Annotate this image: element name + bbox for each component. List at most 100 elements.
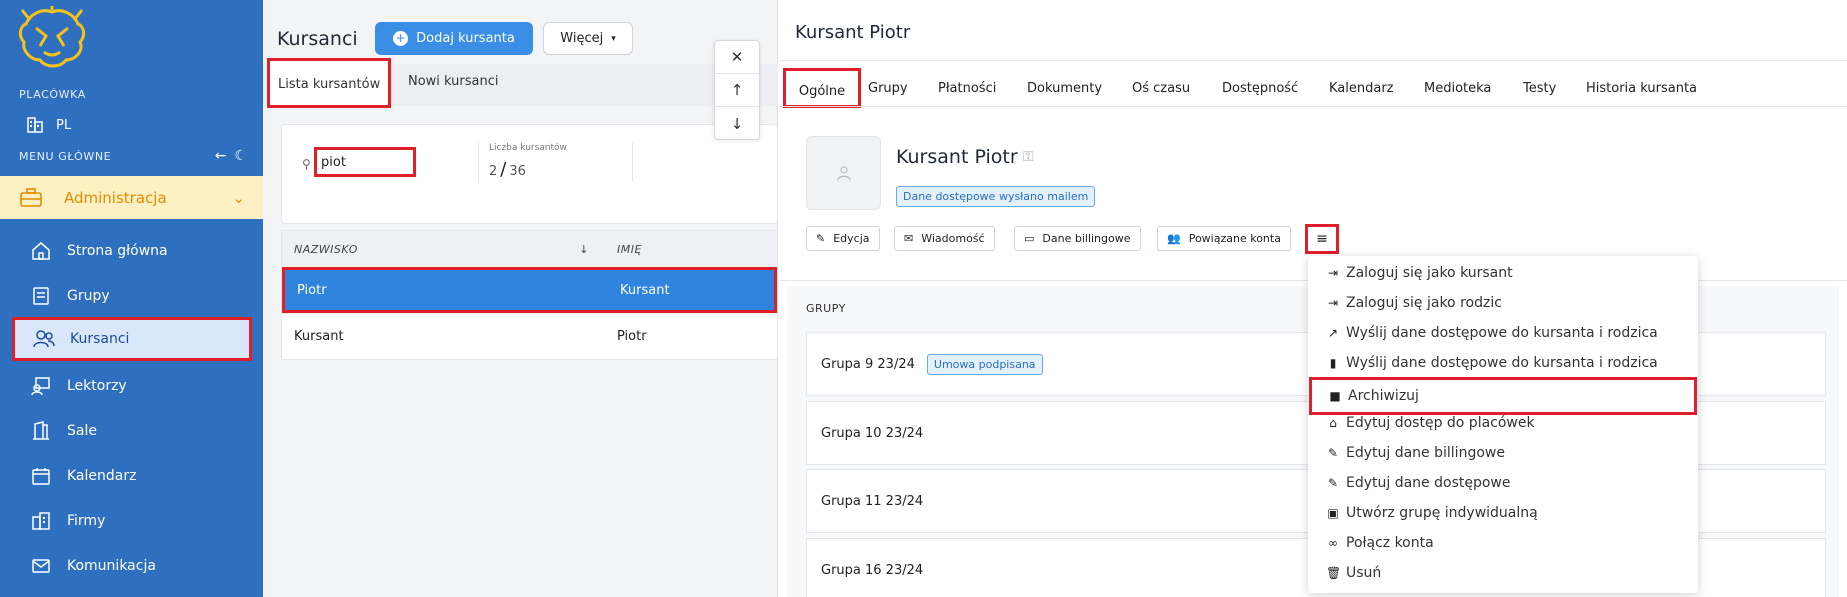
- sidebar-item-rooms[interactable]: Sale: [12, 409, 252, 453]
- lion-logo-icon[interactable]: [12, 6, 92, 74]
- column-header-lastname[interactable]: NAZWISKO ↓: [282, 243, 607, 256]
- sort-arrow-icon: ↓: [579, 242, 589, 256]
- sidebar-item-label: Grupy: [67, 288, 110, 304]
- trash-icon: 🗑: [1326, 566, 1342, 580]
- actions-dropdown: ⇥ Zaloguj się jako kursant ⇥ Zaloguj się j…: [1308, 256, 1698, 593]
- sidebar-item-label: Lektorzy: [67, 378, 127, 394]
- tab-history[interactable]: Historia kursanta: [1586, 81, 1697, 96]
- link-icon: ∞: [1328, 536, 1338, 550]
- sidebar-item-students[interactable]: Kursanci: [12, 317, 252, 361]
- calendar-icon: [30, 465, 52, 487]
- menu-item-edit-access[interactable]: ✎ Edytuj dane dostępowe: [1326, 475, 1511, 491]
- rooms-icon: [30, 420, 52, 442]
- tab-new-students[interactable]: Nowi kursanci: [408, 74, 499, 89]
- caret-down-icon: ▾: [611, 33, 616, 44]
- sidebar-item-calendar[interactable]: Kalendarz: [12, 454, 252, 498]
- moon-icon[interactable]: ☾: [234, 148, 247, 164]
- tab-calendar[interactable]: Kalendarz: [1329, 81, 1394, 96]
- location-value: PL: [56, 117, 72, 133]
- tab-general[interactable]: Ogólne: [783, 68, 861, 108]
- tab-student-list[interactable]: Lista kursantów: [267, 58, 392, 108]
- menu-item-edit-billing[interactable]: ✎ Edytuj dane billingowe: [1326, 445, 1505, 461]
- collapse-arrow-icon[interactable]: ←: [215, 148, 227, 164]
- tab-documents[interactable]: Dokumenty: [1027, 81, 1102, 96]
- menu-controls: ← ☾: [215, 148, 247, 164]
- sidebar-item-home[interactable]: Strona główna: [12, 229, 252, 273]
- user-icon: [836, 166, 851, 181]
- menu-section-label: MENU GŁÓWNE: [19, 150, 112, 163]
- login-icon: ⇥: [1327, 296, 1339, 310]
- contract-badge: Umowa podpisana: [926, 353, 1043, 375]
- users-icon: 👥: [1167, 232, 1181, 245]
- count-shown: 2: [489, 164, 498, 179]
- more-label: Więcej: [560, 31, 604, 46]
- menu-item-send-access-sms[interactable]: ▮ Wyślij dane dostępowe do kursanta i rod…: [1326, 355, 1658, 371]
- sidebar-item-label: Komunikacja: [67, 558, 156, 574]
- edit-button[interactable]: ✎ Edycja: [806, 226, 880, 251]
- tab-media[interactable]: Medioteka: [1424, 81, 1491, 96]
- arrow-down-icon[interactable]: ↓: [715, 107, 759, 140]
- tab-timeline[interactable]: Oś czasu: [1132, 81, 1190, 96]
- envelope-icon: ✉: [904, 232, 914, 245]
- edit-icon: ✎: [1327, 446, 1339, 460]
- sidebar-item-label: Kalendarz: [67, 468, 137, 484]
- message-button[interactable]: ✉ Wiadomość: [894, 226, 995, 251]
- card-icon: ▭: [1024, 232, 1035, 245]
- tab-tests[interactable]: Testy: [1523, 81, 1556, 96]
- groups-label: GRUPY: [806, 302, 846, 315]
- count-label: Liczba kursantów: [489, 143, 567, 153]
- billing-data-button[interactable]: ▭ Dane billingowe: [1014, 226, 1141, 251]
- admin-menu-toggle[interactable]: Administracja ⌄: [0, 176, 263, 219]
- linked-accounts-button[interactable]: 👥 Powiązane konta: [1157, 226, 1291, 251]
- detail-title: Kursant Piotr: [795, 22, 911, 43]
- table-row[interactable]: Kursant Piotr: [282, 313, 777, 359]
- arrow-up-icon[interactable]: ↑: [715, 74, 759, 107]
- teachers-icon: [30, 375, 52, 397]
- menu-item-login-parent[interactable]: ⇥ Zaloguj się jako rodzic: [1326, 295, 1502, 311]
- menu-item-link-accounts[interactable]: ∞ Połącz konta: [1326, 535, 1434, 551]
- column-header-firstname[interactable]: IMIĘ: [607, 243, 642, 256]
- more-dropdown-button[interactable]: Więcej ▾: [543, 22, 633, 55]
- location-section-label: PLACÓWKA: [19, 88, 86, 101]
- sidebar-item-communication[interactable]: Komunikacja: [12, 544, 252, 588]
- building-icon: [27, 117, 43, 133]
- hamburger-icon: ≡: [1316, 231, 1328, 247]
- table-row[interactable]: Piotr Kursant: [282, 267, 777, 313]
- count-total: 36: [509, 164, 526, 179]
- sidebar-item-groups[interactable]: Grupy: [12, 274, 252, 318]
- companies-icon: [30, 510, 52, 532]
- home-icon: ⌂: [1329, 416, 1337, 430]
- sidebar: PLACÓWKA PL MENU GŁÓWNE ← ☾ Administracj…: [0, 0, 263, 597]
- location-selector[interactable]: PL: [26, 116, 71, 134]
- tab-availability[interactable]: Dostępność: [1222, 81, 1298, 96]
- sidebar-item-companies[interactable]: Firmy: [12, 499, 252, 543]
- key-icon[interactable]: ⚿: [1023, 149, 1034, 165]
- sidebar-item-label: Sale: [67, 423, 97, 439]
- menu-item-archive[interactable]: ■ Archiwizuj: [1309, 377, 1697, 415]
- close-icon[interactable]: ✕: [715, 41, 759, 74]
- phone-icon: ▮: [1329, 356, 1337, 370]
- menu-item-send-access-email[interactable]: ↗ Wyślij dane dostępowe do kursanta i rod…: [1326, 325, 1658, 341]
- search-input[interactable]: [314, 147, 416, 177]
- chevron-down-icon: ⌄: [232, 188, 245, 207]
- sidebar-item-label: Firmy: [67, 513, 106, 529]
- menu-item-create-individual-group[interactable]: ▣ Utwórz grupę indywidualną: [1326, 505, 1537, 521]
- edit-icon: ✎: [1327, 476, 1339, 490]
- tab-payments[interactable]: Płatności: [938, 81, 996, 96]
- add-student-button[interactable]: + Dodaj kursanta: [375, 22, 533, 55]
- student-count: Liczba kursantów 2/36: [478, 143, 567, 181]
- search-icon: ⚲: [302, 157, 311, 171]
- menu-item-login-student[interactable]: ⇥ Zaloguj się jako kursant: [1326, 265, 1513, 281]
- hamburger-menu-button[interactable]: ≡: [1305, 224, 1339, 254]
- add-student-label: Dodaj kursanta: [416, 31, 515, 46]
- menu-item-delete[interactable]: 🗑 Usuń: [1326, 565, 1381, 581]
- page-title: Kursanci: [277, 28, 358, 50]
- menu-item-edit-locations[interactable]: ⌂ Edytuj dostęp do placówek: [1326, 415, 1534, 431]
- table-header: NAZWISKO ↓ IMIĘ: [282, 231, 777, 267]
- sidebar-item-teachers[interactable]: Lektorzy: [12, 364, 252, 408]
- tab-groups[interactable]: Grupy: [868, 81, 908, 96]
- mail-icon: [30, 555, 52, 577]
- student-table: NAZWISKO ↓ IMIĘ Piotr Kursant Kursant Pi…: [281, 230, 778, 360]
- pencil-icon: ✎: [816, 232, 826, 245]
- book-icon: ▣: [1327, 506, 1339, 520]
